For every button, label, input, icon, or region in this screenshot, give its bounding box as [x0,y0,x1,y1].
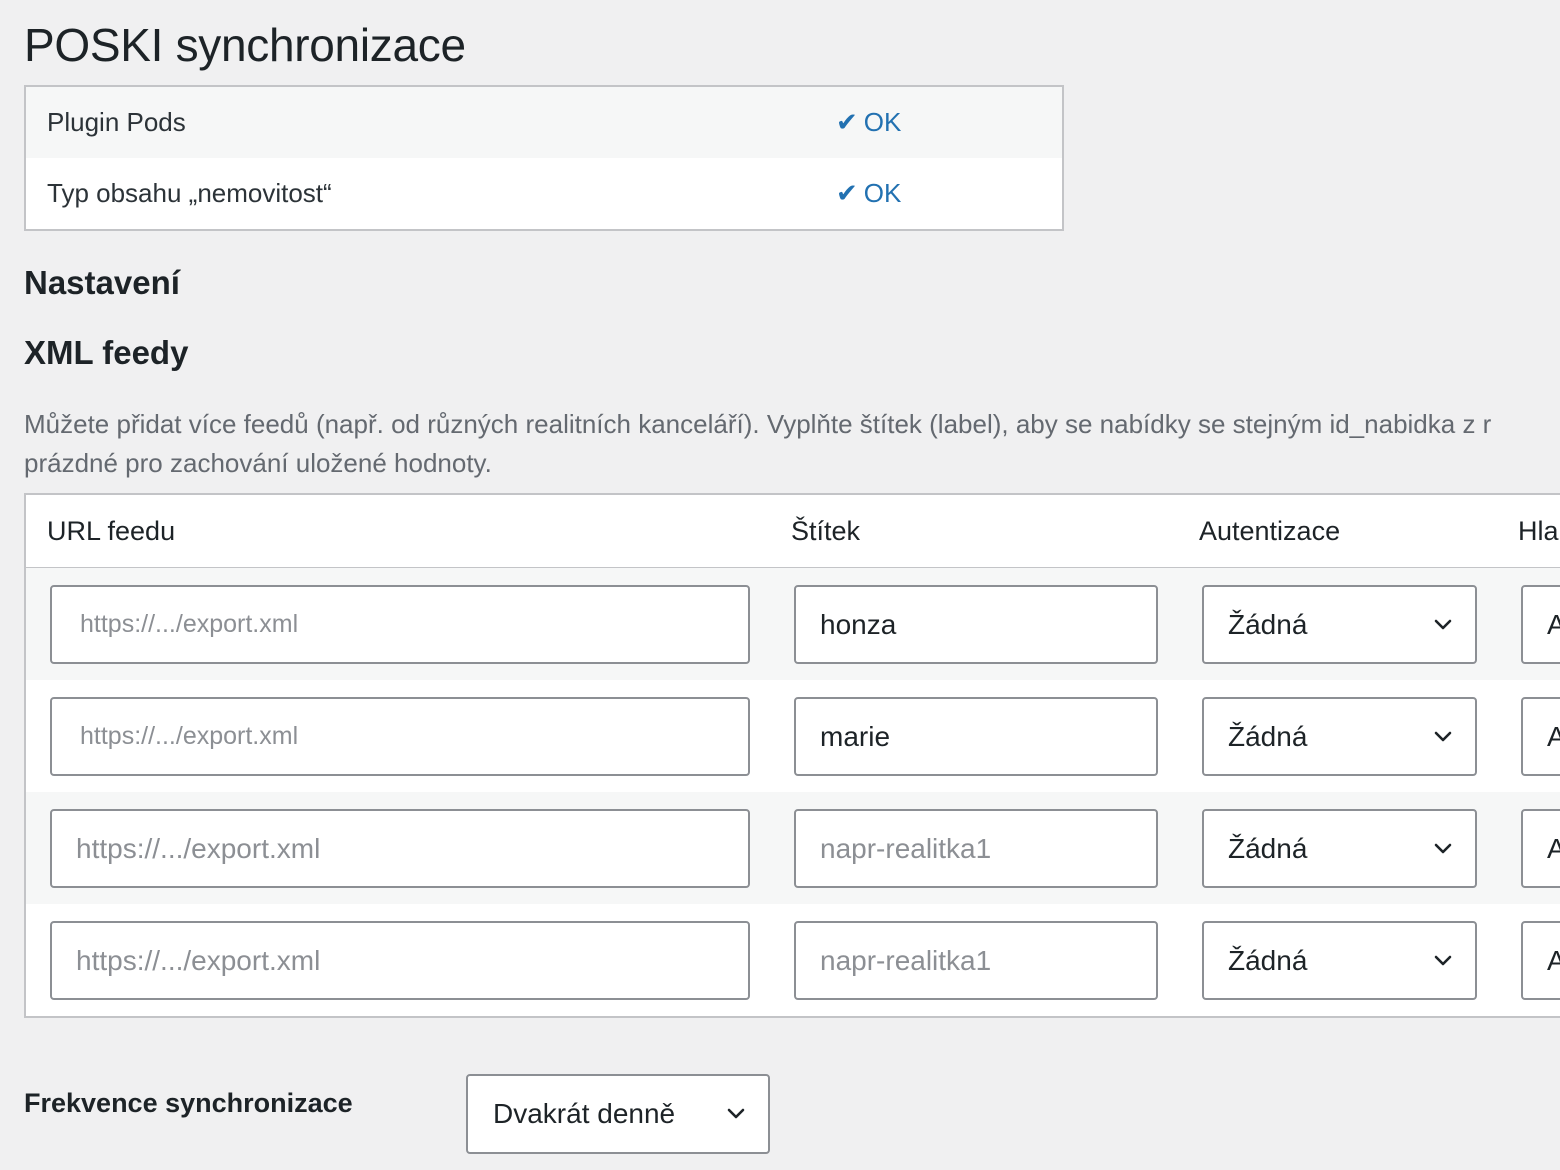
chevron-down-icon [1434,955,1452,966]
feeds-description: Můžete přidat více feedů (např. od různý… [24,405,1560,483]
page-title: POSKI synchronizace [24,19,466,71]
headers-select[interactable]: A [1521,809,1560,888]
feed-url-input[interactable]: https://.../export.xml [50,697,750,776]
feed-url-input[interactable]: https://.../export.xml [50,921,750,1000]
status-value: ✔ OK [836,87,901,158]
check-icon: ✔ [836,178,858,208]
chevron-down-icon [727,1108,745,1119]
check-icon: ✔ [836,107,858,137]
auth-select[interactable]: Žádná [1202,585,1477,664]
feed-url-input[interactable]: https://.../export.xml [50,585,750,664]
description-line: prázdné pro zachování uložené hodnoty. [24,448,492,478]
feed-label-input[interactable]: napr-realitka1 [794,921,1158,1000]
table-row: https://.../export.xml marie Žádná A [26,680,1560,792]
feed-url-placeholder: https://.../export.xml [76,833,321,864]
status-label: Plugin Pods [47,107,186,137]
headers-selected-value: A [1547,587,1560,662]
auth-selected-value: Žádná [1228,721,1308,752]
feed-url-placeholder: https://.../export.xml [80,722,299,750]
settings-heading: Nastavení [24,264,180,301]
status-label: Typ obsahu „nemovitost“ [47,178,332,208]
table-row: https://.../export.xml napr-realitka1 Žádn… [26,904,1560,1016]
column-header-label: Štítek [791,516,861,546]
column-header-headers: Hla [1518,516,1559,546]
status-table: Plugin Pods ✔ OK Typ obsahu „nemovitost“ … [24,85,1064,231]
label-placeholder: napr-realitka1 [820,945,992,976]
frequency-selected-value: Dvakrát denně [493,1098,676,1129]
status-row: Typ obsahu „nemovitost“ ✔ OK [26,158,1062,229]
feed-label-input[interactable]: napr-realitka1 [794,809,1158,888]
status-ok-text: OK [863,178,902,208]
status-row: Plugin Pods ✔ OK [26,87,1062,158]
column-header-url: URL feedu [47,516,176,546]
headers-select[interactable]: A [1521,697,1560,776]
headers-select[interactable]: A [1521,585,1560,664]
label-placeholder: napr-realitka1 [820,833,992,864]
label-value: marie [820,721,891,752]
status-value: ✔ OK [836,158,901,229]
frequency-label: Frekvence synchronizace [24,1088,353,1118]
label-value: honza [820,609,897,640]
auth-select[interactable]: Žádná [1202,921,1477,1000]
feed-label-input[interactable]: marie [794,697,1158,776]
auth-selected-value: Žádná [1228,945,1308,976]
column-header-auth: Autentizace [1199,516,1341,546]
auth-selected-value: Žádná [1228,833,1308,864]
headers-selected-value: A [1547,699,1560,774]
feed-url-placeholder: https://.../export.xml [76,945,321,976]
headers-select[interactable]: A [1521,921,1560,1000]
table-row: https://.../export.xml napr-realitka1 Žádn… [26,792,1560,904]
status-ok-text: OK [863,107,902,137]
headers-selected-value: A [1547,923,1560,998]
auth-select[interactable]: Žádná [1202,697,1477,776]
feed-label-input[interactable]: honza [794,585,1158,664]
description-line: Můžete přidat více feedů (např. od různý… [24,409,1492,439]
headers-selected-value: A [1547,811,1560,886]
chevron-down-icon [1434,731,1452,742]
auth-selected-value: Žádná [1228,609,1308,640]
feed-url-input[interactable]: https://.../export.xml [50,809,750,888]
feeds-table: URL feedu Štítek Autentizace Hla https:/… [24,493,1560,1018]
table-row: https://.../export.xml honza Žádná A [26,568,1560,680]
chevron-down-icon [1434,619,1452,630]
frequency-select[interactable]: Dvakrát denně [466,1074,770,1154]
auth-select[interactable]: Žádná [1202,809,1477,888]
xml-feeds-heading: XML feedy [24,334,189,371]
chevron-down-icon [1434,843,1452,854]
feed-url-placeholder: https://.../export.xml [80,610,299,638]
